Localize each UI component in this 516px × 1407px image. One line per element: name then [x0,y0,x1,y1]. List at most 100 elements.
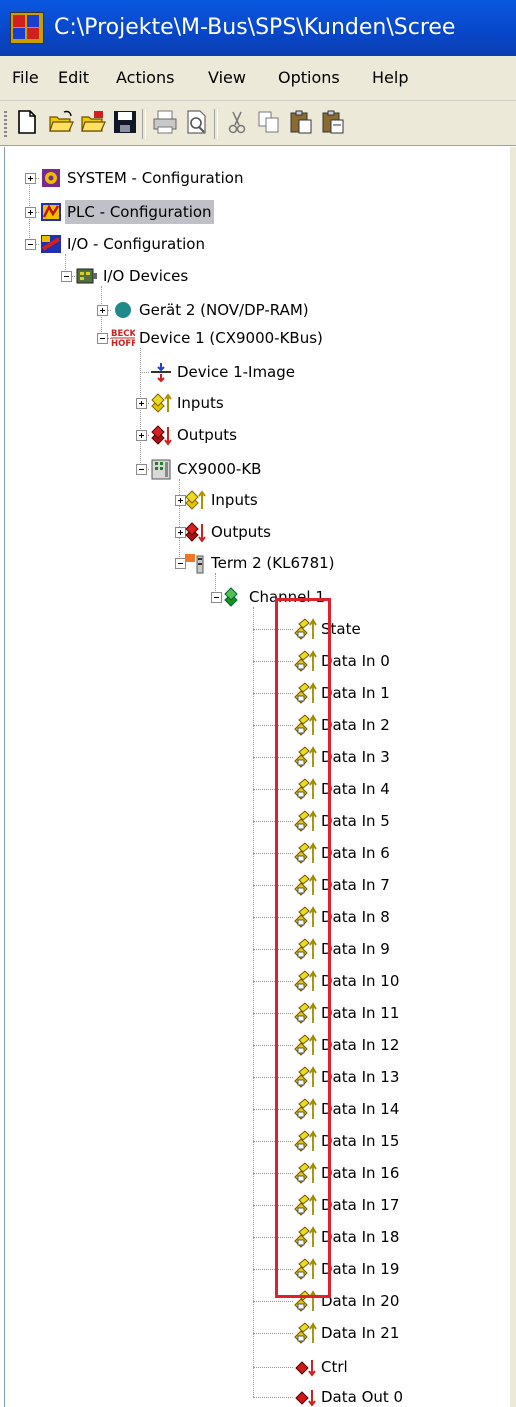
tree-node-label[interactable]: CX9000-KB [175,457,263,481]
tree-node-label[interactable]: Data In 16 [319,1161,401,1185]
tree-node[interactable]: Data In 8 [5,905,505,929]
expand-icon[interactable] [25,207,36,218]
menu-help[interactable]: Help [372,56,408,100]
tree-node[interactable]: SYSTEM - Configuration [5,166,505,190]
tree-node-label[interactable]: Data Out 0 [319,1385,405,1407]
paste-icon[interactable] [288,109,314,135]
tree-node-label[interactable]: Data In 12 [319,1033,401,1057]
tree-node[interactable]: Channel 1 [5,585,505,609]
tree-node-label[interactable]: Term 2 (KL6781) [209,551,337,575]
open-from-target-icon[interactable] [80,109,106,135]
tree-node[interactable]: Data In 20 [5,1289,505,1313]
toolbar [0,101,516,146]
tree-node-label[interactable]: Device 1-Image [175,360,297,384]
tree-connector-line [253,1367,293,1368]
menu-file[interactable]: File [12,56,39,100]
tree-node-label[interactable]: Outputs [209,520,273,544]
tree-node[interactable]: State [5,617,505,641]
tree-node-label[interactable]: Ctrl [319,1355,350,1379]
paste-with-links-icon[interactable] [320,109,346,135]
menu-actions[interactable]: Actions [116,56,174,100]
io-config-icon [41,235,61,253]
tree-node-label[interactable]: SYSTEM - Configuration [65,166,245,190]
tree-node[interactable]: Data In 5 [5,809,505,833]
tree-node-label[interactable]: Data In 14 [319,1097,401,1121]
collapse-icon[interactable] [97,333,108,344]
tree-node-label[interactable]: Inputs [175,391,226,415]
cut-icon[interactable] [224,109,250,135]
tree-node[interactable]: Data In 10 [5,969,505,993]
expand-icon[interactable] [25,173,36,184]
tree-node[interactable]: Device 1-Image [5,360,505,384]
collapse-icon[interactable] [61,271,72,282]
expand-icon[interactable] [136,398,147,409]
tree-node[interactable]: Data In 2 [5,713,505,737]
tree-node[interactable]: Data In 0 [5,649,505,673]
tree-node-label[interactable]: Gerät 2 (NOV/DP-RAM) [137,298,311,322]
tree-node-label[interactable]: I/O Devices [101,264,190,288]
expand-icon[interactable] [97,305,108,316]
tree-node[interactable]: Outputs [5,520,505,544]
tree-node[interactable]: Data In 21 [5,1321,505,1345]
tree-node-label[interactable]: Data In 20 [319,1289,401,1313]
tree-node-label[interactable]: Data In 15 [319,1129,401,1153]
tree-node[interactable]: Data Out 0 [5,1385,505,1407]
tree-node-label[interactable]: Data In 21 [319,1321,401,1345]
tree-node[interactable]: Data In 4 [5,777,505,801]
tree-node[interactable]: Data In 16 [5,1161,505,1185]
open-icon[interactable] [48,109,74,135]
tree-node-label[interactable]: Data In 10 [319,969,401,993]
tree-node[interactable]: Data In 7 [5,873,505,897]
tree-node-label[interactable]: Data In 18 [319,1225,401,1249]
tree-node[interactable]: PLC - Configuration [5,200,505,224]
new-file-icon[interactable] [14,109,40,135]
toolbar-grip[interactable] [4,111,7,137]
tree-node-label[interactable]: Inputs [209,488,260,512]
tree-node[interactable]: Data In 9 [5,937,505,961]
tree-node[interactable]: Data In 15 [5,1129,505,1153]
tree-node[interactable]: Data In 1 [5,681,505,705]
tree-node-label[interactable]: Data In 17 [319,1193,401,1217]
print-preview-icon[interactable] [184,109,210,135]
menu-edit[interactable]: Edit [58,56,89,100]
tree-node[interactable]: Ctrl [5,1355,505,1379]
tree-node[interactable]: Data In 19 [5,1257,505,1281]
tree-node-label[interactable]: Device 1 (CX9000-KBus) [137,326,325,350]
tree-node[interactable]: CX9000-KB [5,457,505,481]
tree-node[interactable]: Outputs [5,423,505,447]
window-right-edge [510,147,516,1407]
tree-node-label[interactable]: Outputs [175,423,239,447]
tree-node[interactable]: Data In 3 [5,745,505,769]
menu-options[interactable]: Options [278,56,340,100]
outputs-icon [185,522,206,543]
tree-node-label[interactable]: Data In 13 [319,1065,401,1089]
save-icon[interactable] [112,109,138,135]
tree-node[interactable]: Term 2 (KL6781) [5,551,505,575]
tree-node[interactable]: Data In 14 [5,1097,505,1121]
tree-node[interactable]: Data In 17 [5,1193,505,1217]
collapse-icon[interactable] [136,464,147,475]
copy-icon[interactable] [256,109,282,135]
tree-node[interactable]: Data In 18 [5,1225,505,1249]
output-var-icon [295,1360,316,1377]
tree-node[interactable]: Data In 6 [5,841,505,865]
tree-node[interactable]: Gerät 2 (NOV/DP-RAM) [5,298,505,322]
window-title-bar[interactable]: C:\Projekte\M-Bus\SPS\Kunden\Scree [0,0,516,56]
tree-node-label[interactable]: Data In 11 [319,1001,401,1025]
expand-icon[interactable] [136,430,147,441]
tree-node[interactable]: I/O Devices [5,264,505,288]
tree-node-label[interactable]: PLC - Configuration [65,200,214,224]
tree-node[interactable]: BECK HOFF Device 1 (CX9000-KBus) [5,326,505,350]
collapse-icon[interactable] [25,239,36,250]
tree-node[interactable]: Data In 11 [5,1001,505,1025]
tree-node-label[interactable]: I/O - Configuration [65,232,207,256]
tree-node[interactable]: Inputs [5,488,505,512]
configuration-tree[interactable]: SYSTEM - Configuration PLC - Configuratio… [4,147,512,1407]
tree-node-label[interactable]: Data In 19 [319,1257,401,1281]
tree-node[interactable]: I/O - Configuration [5,232,505,256]
tree-node[interactable]: Data In 13 [5,1065,505,1089]
print-icon[interactable] [152,109,178,135]
tree-node[interactable]: Data In 12 [5,1033,505,1057]
tree-node[interactable]: Inputs [5,391,505,415]
menu-view[interactable]: View [208,56,246,100]
